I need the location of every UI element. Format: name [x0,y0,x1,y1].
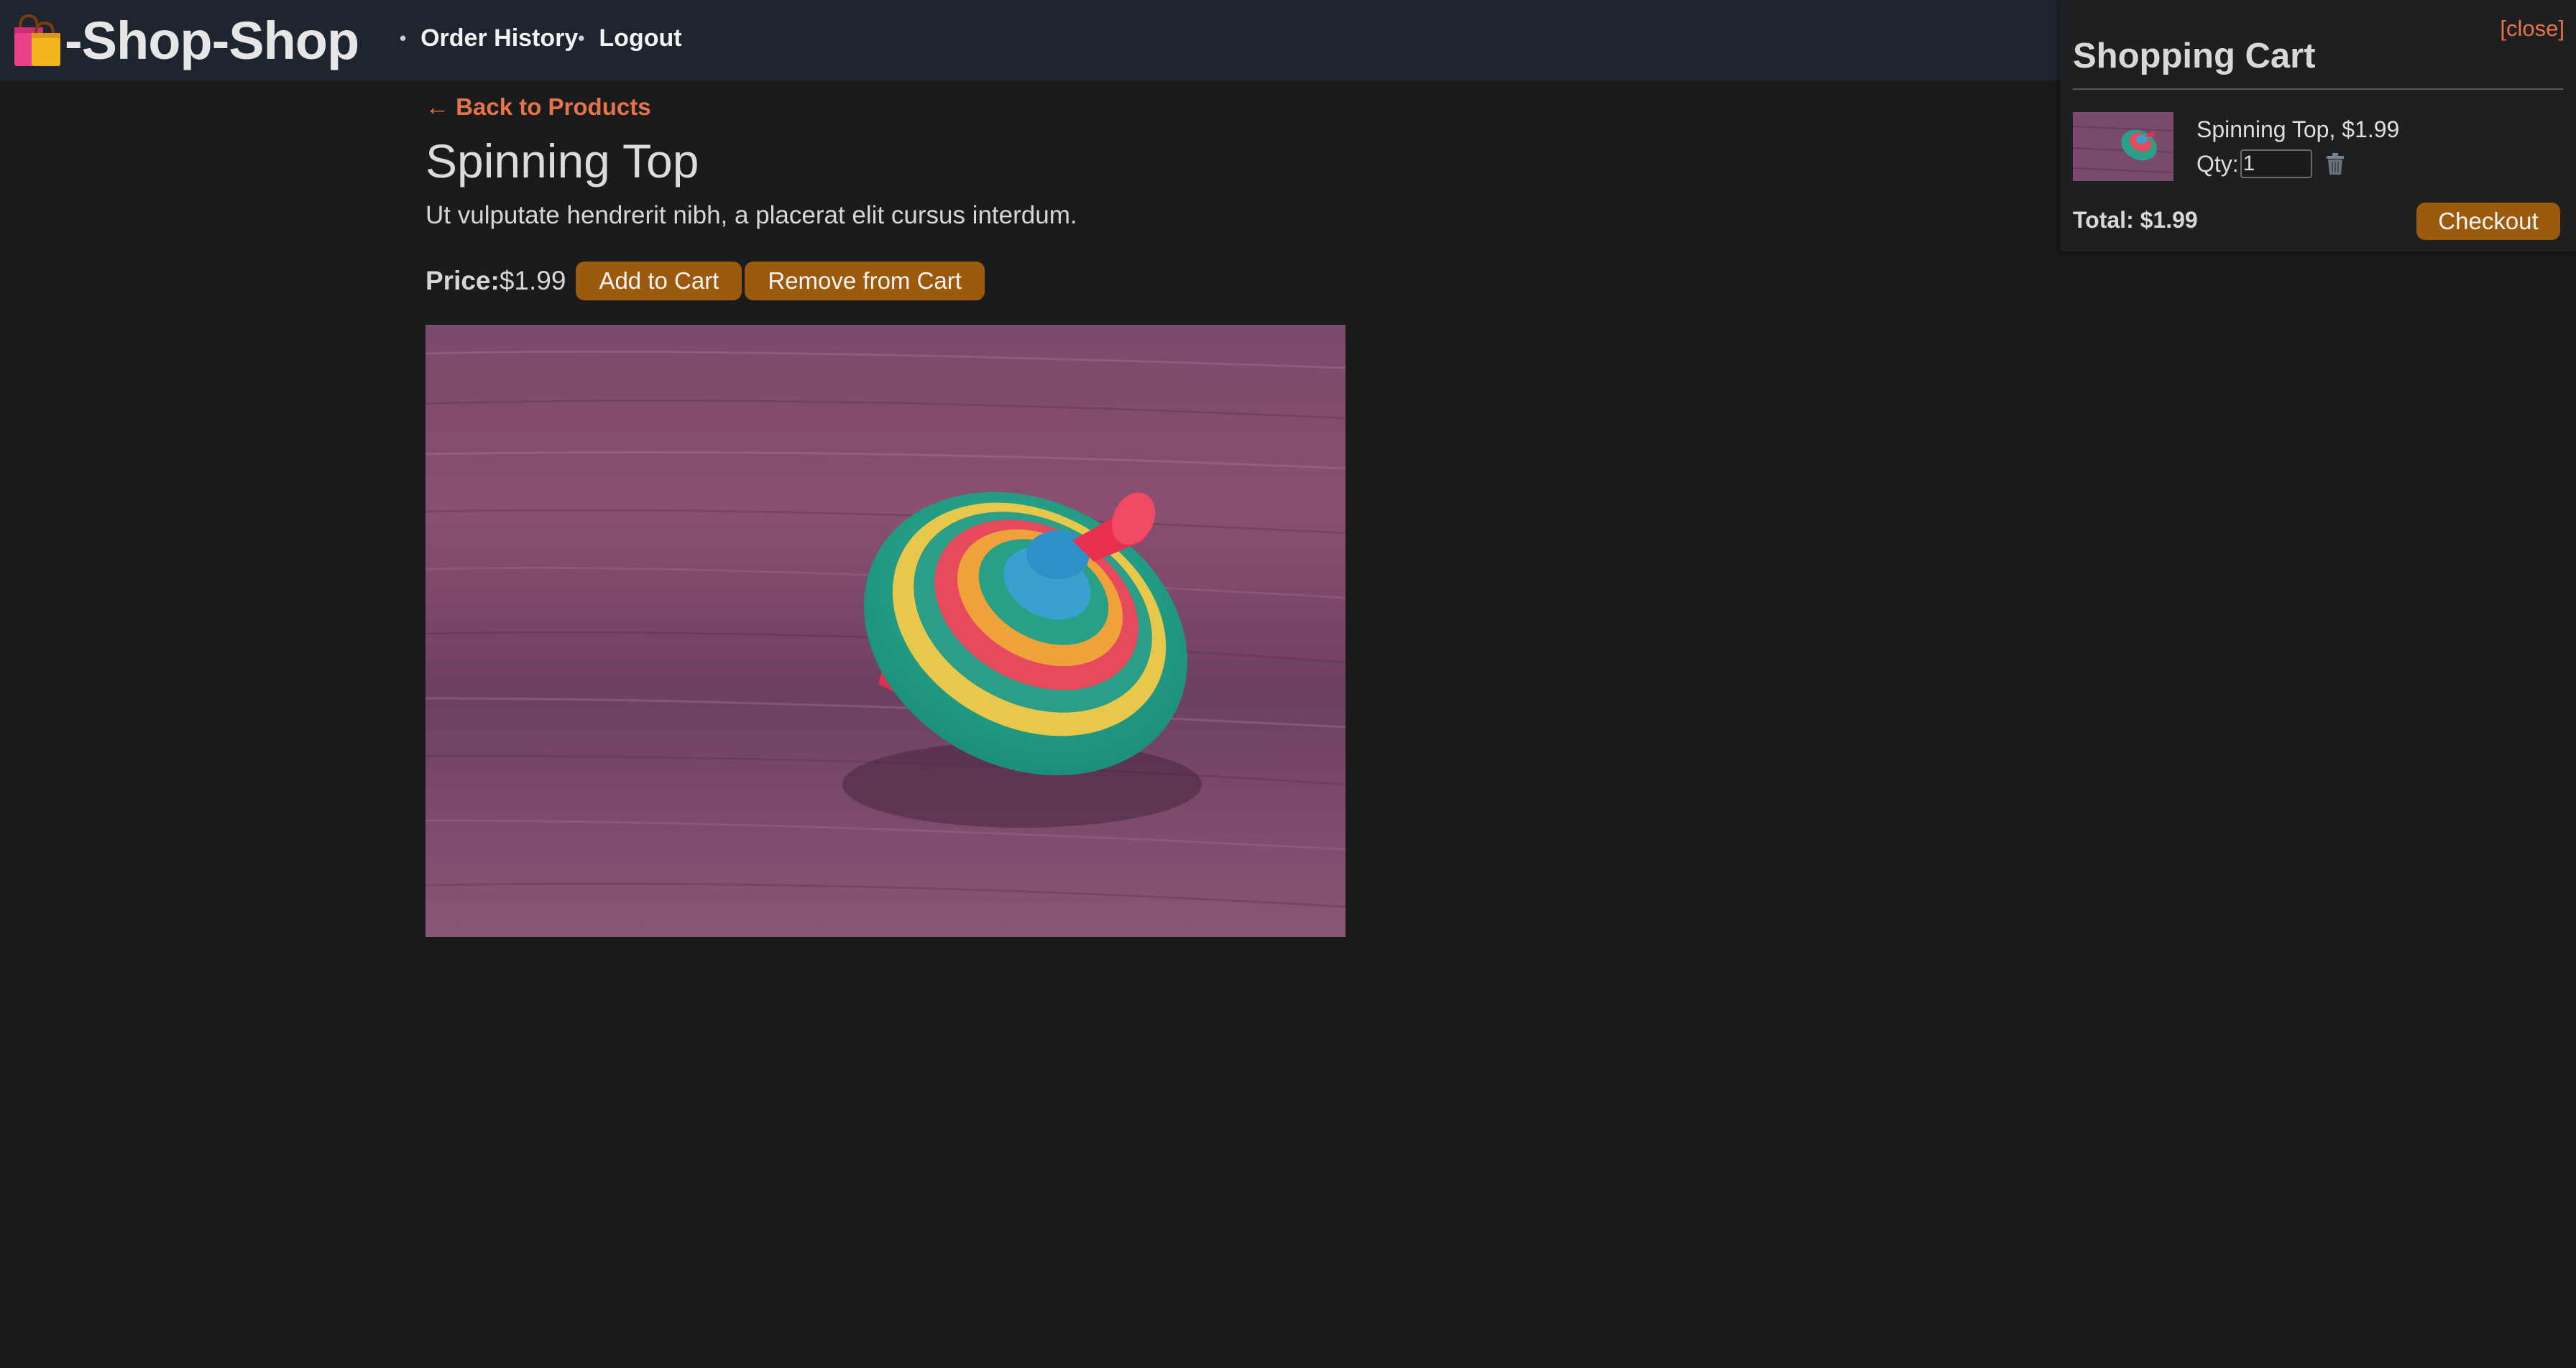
cart-item-name: Spinning Top, $1.99 [2196,116,2400,142]
nav-logout[interactable]: Logout [599,24,681,52]
cart-total: Total: $1.99 [2073,207,2198,233]
site-name: -Shop-Shop [65,10,359,70]
price-row: Price: $1.99 Add to Cart Remove from Car… [426,262,985,300]
back-to-products-link[interactable]: ← Back to Products [426,93,651,121]
cart-close-link[interactable]: [close] [2500,16,2564,42]
shopping-bags-icon [14,14,60,66]
cart-title: Shopping Cart [2073,37,2316,75]
main-nav: • Order History • Logout [400,24,682,52]
cart-item-qty-row: Qty: [2196,149,2347,178]
cart-item-thumbnail [2073,112,2174,181]
price-label: Price: [426,266,500,295]
quantity-input[interactable] [2240,149,2312,178]
spinning-top-photo [426,325,1346,937]
remove-from-cart-button[interactable]: Remove from Cart [745,262,985,300]
nav-bullet: • [400,27,407,49]
qty-label: Qty: [2196,150,2239,177]
checkout-button[interactable]: Checkout [2416,203,2560,240]
nav-bullet: • [578,27,585,49]
trash-icon[interactable] [2324,152,2347,176]
cart-divider [2073,88,2563,90]
spinning-top-thumbnail [2073,112,2174,181]
product-image [426,325,1346,937]
add-to-cart-button[interactable]: Add to Cart [576,262,742,300]
price-value: $1.99 [499,266,566,295]
nav-order-history[interactable]: Order History [420,24,578,52]
product-title: Spinning Top [426,134,699,188]
product-description: Ut vulputate hendrerit nibh, a placerat … [426,201,1077,229]
shopping-cart-panel: [close] Shopping Cart Spinning Top, $1.9… [2060,0,2576,251]
site-logo[interactable]: -Shop-Shop [10,6,359,75]
